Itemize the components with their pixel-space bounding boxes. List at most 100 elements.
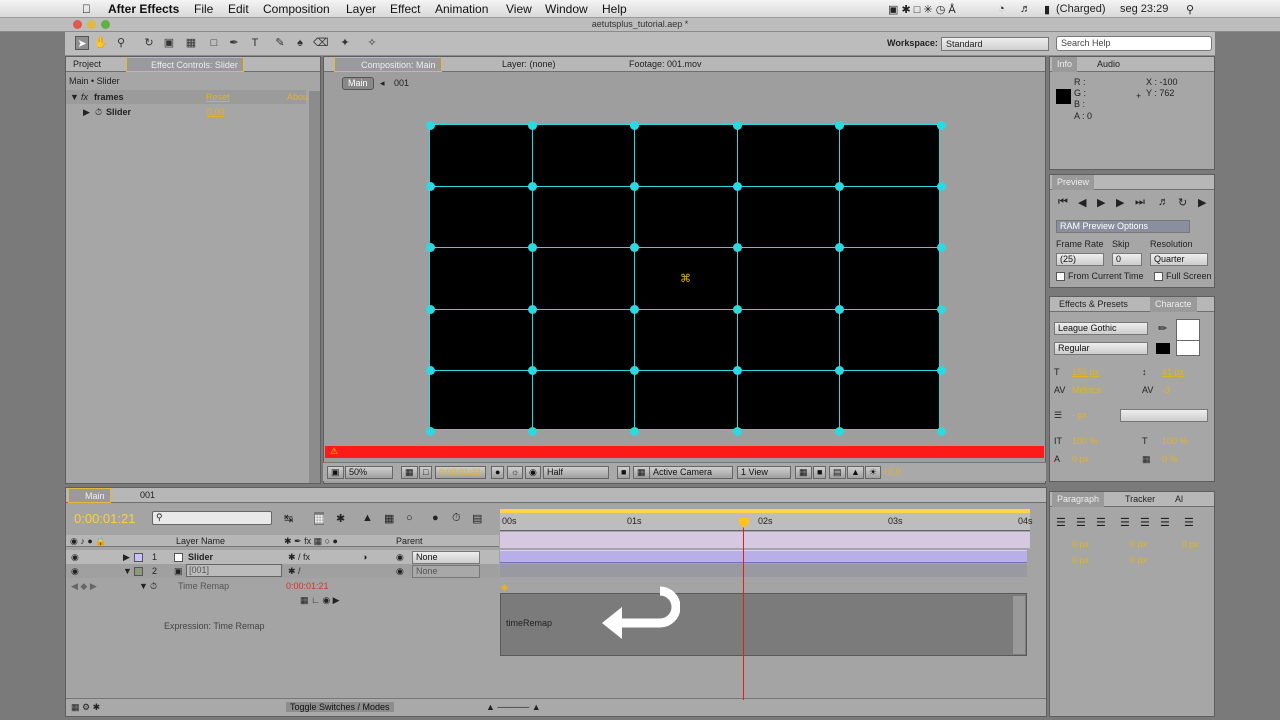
col-layer-name[interactable]: Layer Name [176, 536, 225, 546]
effect-row[interactable]: ▼ fx frames Reset Abou [66, 90, 308, 104]
timeline-icon[interactable]: ▤ [829, 466, 846, 479]
stopwatch-icon[interactable]: ⏱ [95, 107, 102, 118]
stroke-color-swatch[interactable] [1176, 340, 1200, 356]
always-preview-icon[interactable]: ▣ [327, 466, 344, 479]
black-white-icon[interactable] [1156, 343, 1170, 354]
tab-preview[interactable]: Preview [1052, 175, 1095, 190]
keyframe-icon[interactable]: ◆ [501, 582, 508, 593]
channel-icon[interactable]: ◉ [525, 466, 541, 479]
mesh-point[interactable] [733, 305, 742, 314]
resolution-select[interactable]: Quarter [1150, 253, 1208, 266]
snapshot-icon[interactable]: ● [491, 466, 505, 479]
auto-keyframe-icon[interactable]: ⏱ [452, 512, 461, 525]
mesh-point[interactable] [835, 243, 844, 252]
menu-edit[interactable]: Edit [228, 2, 249, 16]
indent-first-value[interactable]: 0 px [1182, 539, 1199, 549]
zoom-select[interactable]: 50% [345, 466, 393, 479]
scrollbar[interactable] [1013, 596, 1025, 654]
mesh-point[interactable] [733, 121, 742, 130]
parent-pickwhip-icon[interactable]: ◉ [396, 550, 404, 564]
mesh-point[interactable] [835, 427, 844, 436]
mesh-point[interactable] [937, 182, 946, 191]
menu-animation[interactable]: Animation [435, 2, 488, 16]
region-icon[interactable]: □ [419, 466, 433, 479]
show-snapshot-icon[interactable]: ☼ [507, 466, 524, 479]
menu-layer[interactable]: Layer [346, 2, 376, 16]
tab-timeline-001[interactable]: 001 [124, 488, 160, 503]
collapse-triangle-icon[interactable]: ▼ [139, 579, 148, 593]
parent-select[interactable]: None [412, 551, 480, 564]
col-parent[interactable]: Parent [396, 536, 423, 546]
playhead-line[interactable] [743, 520, 744, 700]
viewer-timecode[interactable]: 0:00:01:21 [435, 466, 486, 479]
fast-preview-icon[interactable]: ■ [813, 466, 827, 479]
anchor-point-icon[interactable]: ⌘ [680, 272, 691, 285]
mesh-point[interactable] [630, 305, 639, 314]
label-color-icon[interactable] [134, 553, 143, 562]
loop-icon[interactable]: ↻ [1178, 196, 1187, 209]
tab-tracker[interactable]: Tracker [1120, 492, 1160, 507]
mesh-point[interactable] [733, 182, 742, 191]
mesh-point[interactable] [426, 305, 435, 314]
align-right-icon[interactable]: ☰ [1096, 516, 1106, 529]
mesh-point[interactable] [937, 427, 946, 436]
graph-editor-icon[interactable]: ▤ [472, 512, 482, 525]
from-current-checkbox[interactable] [1056, 272, 1065, 281]
menu-help[interactable]: Help [602, 2, 627, 16]
layer-bar[interactable] [500, 550, 1027, 563]
align-left-icon[interactable]: ☰ [1056, 516, 1066, 529]
mesh-point[interactable] [426, 182, 435, 191]
tab-effects-presets[interactable]: Effects & Presets [1054, 297, 1133, 312]
kerning-value[interactable]: Metrics [1072, 385, 1101, 395]
last-frame-icon[interactable]: ⏭ [1135, 196, 1145, 209]
minimize-icon[interactable] [87, 20, 96, 29]
layer-switches[interactable]: ✱ / [288, 564, 301, 578]
comp-nav-main[interactable]: Main [342, 77, 374, 90]
battery-status[interactable]: (Charged) [1056, 3, 1106, 15]
frame-rate-select[interactable]: (25) [1056, 253, 1104, 266]
clone-stamp-tool-icon[interactable]: ♠ [293, 36, 307, 50]
brainstorm-icon[interactable]: ● [432, 512, 439, 524]
zoom-icon[interactable] [101, 20, 110, 29]
prev-frame-icon[interactable]: ◀ [1078, 196, 1086, 209]
tab-align[interactable]: Al [1170, 492, 1188, 507]
volume-icon[interactable]: ♬ [1020, 3, 1031, 15]
adjustment-switch-icon[interactable]: ◑ [362, 550, 367, 564]
mesh-point[interactable] [835, 182, 844, 191]
eraser-tool-icon[interactable]: ⌫ [313, 36, 329, 50]
justify-center-icon[interactable]: ☰ [1140, 516, 1150, 529]
zoom-tool-icon[interactable]: ⚲ [114, 36, 128, 50]
tab-effect-controls[interactable]: Effect Controls: Slider [126, 57, 244, 72]
keyframe-nav-icon[interactable]: ◀ ◆ ▶ [71, 579, 97, 593]
param-value[interactable]: 0,00 [207, 107, 225, 117]
clock[interactable]: seg 23:29 [1120, 3, 1168, 15]
tab-project[interactable]: Project [68, 57, 106, 72]
justify-all-icon[interactable]: ☰ [1184, 516, 1194, 529]
expand-triangle-icon[interactable]: ▶ [83, 107, 90, 118]
mesh-point[interactable] [937, 305, 946, 314]
mesh-point[interactable] [835, 121, 844, 130]
layer-name[interactable]: [001] [186, 564, 282, 577]
motion-blur-icon[interactable]: ○ [406, 512, 413, 524]
mesh-point[interactable] [937, 121, 946, 130]
expand-triangle-icon[interactable]: ▼ [70, 92, 79, 102]
mesh-point[interactable] [937, 366, 946, 375]
align-center-icon[interactable]: ☰ [1076, 516, 1086, 529]
tracking-value[interactable]: -3 [1162, 385, 1170, 395]
mesh-point[interactable] [528, 243, 537, 252]
expand-triangle-icon[interactable]: ▶ [123, 550, 130, 564]
spotlight-icon[interactable]: ⚲ [1186, 3, 1194, 16]
pixel-aspect-icon[interactable]: ▦ [795, 466, 812, 479]
comp-nav-001[interactable]: 001 [394, 78, 409, 88]
tab-paragraph[interactable]: Paragraph [1052, 492, 1105, 507]
scrollbar[interactable] [309, 91, 320, 483]
mesh-point[interactable] [528, 366, 537, 375]
expression-controls-icons[interactable]: ▦ ∟ ◉ ▶ [300, 595, 340, 606]
table-row[interactable]: ◉ ▶ 1 Slider ✱ / fx ◑ ◉ None [66, 550, 499, 564]
mesh-point[interactable] [630, 121, 639, 130]
tab-character[interactable]: Characte [1150, 297, 1197, 312]
apple-menu-icon[interactable]:  [82, 2, 91, 16]
exposure-value[interactable]: +0,0 [883, 467, 901, 477]
draft-3d-icon[interactable]: ✱ [336, 512, 345, 525]
fill-color-swatch[interactable] [1176, 319, 1200, 341]
